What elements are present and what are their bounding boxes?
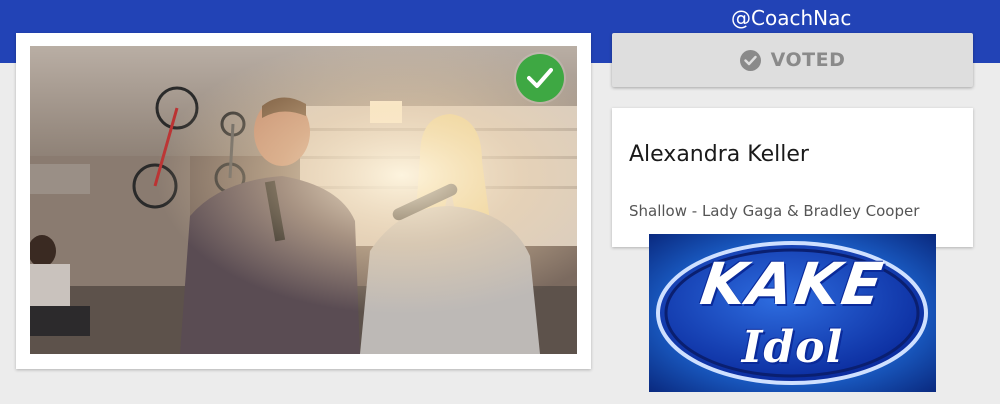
voted-check-icon	[516, 54, 564, 102]
check-glyph	[743, 55, 757, 65]
song-title: Shallow - Lady Gaga & Bradley Cooper	[629, 202, 920, 220]
voted-label: VOTED	[770, 49, 846, 71]
contestant-name: Alexandra Keller	[629, 142, 809, 167]
video-thumbnail[interactable]	[30, 46, 577, 354]
checkmark-glyph	[527, 68, 553, 88]
contestant-card: Alexandra Keller Shallow - Lady Gaga & B…	[612, 108, 973, 247]
logo-text-kake: KAKE	[696, 250, 889, 318]
user-handle: @CoachNac	[731, 6, 852, 30]
video-scene	[30, 46, 577, 354]
check-circle-icon	[739, 49, 761, 71]
voted-button[interactable]: VOTED	[612, 33, 973, 87]
video-card[interactable]	[16, 33, 591, 369]
logo-text-idol: Idol	[741, 322, 844, 373]
kake-idol-logo: KAKE Idol	[649, 234, 936, 392]
